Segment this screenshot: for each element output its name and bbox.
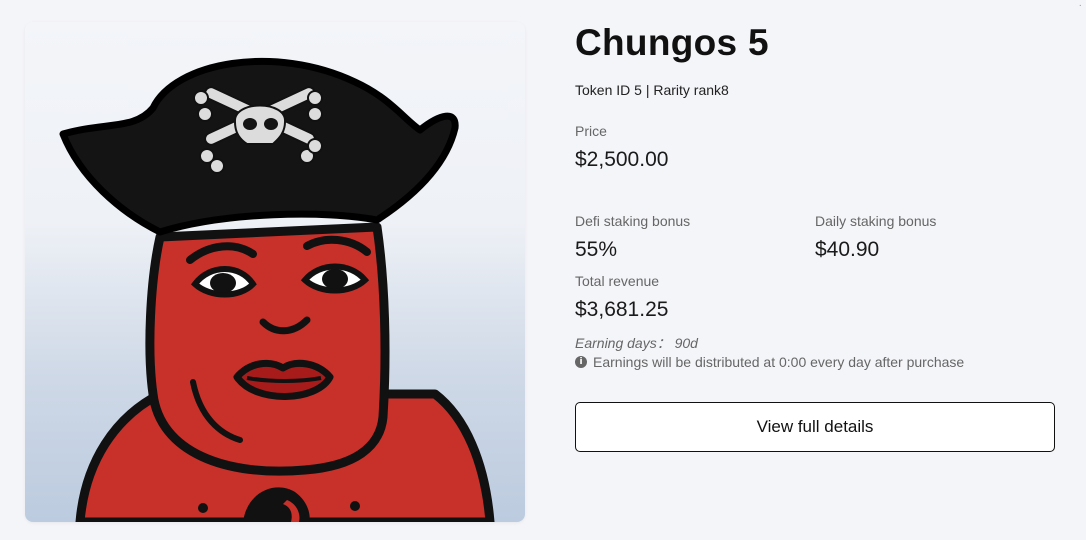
nft-info-panel: Chungos 5 Token ID 5 | Rarity rank8 Pric… — [575, 22, 1055, 452]
info-icon: i — [575, 356, 587, 368]
earning-days: Earning days： 90d — [575, 335, 698, 351]
price-value: $2,500.00 — [575, 148, 669, 171]
daily-staking-value: $40.90 — [815, 238, 880, 261]
nft-image — [25, 22, 525, 522]
corner-mark: · — [1078, 0, 1082, 11]
view-full-details-button[interactable]: View full details — [575, 402, 1055, 452]
token-rarity-line: Token ID 5 | Rarity rank8 — [575, 82, 729, 98]
defi-staking-value: 55% — [575, 238, 618, 261]
total-revenue-value: $3,681.25 — [575, 298, 669, 321]
total-revenue-label: Total revenue — [575, 273, 660, 289]
earnings-notice-text: Earnings will be distributed at 0:00 eve… — [593, 354, 965, 370]
daily-staking-label: Daily staking bonus — [815, 213, 937, 229]
nft-title: Chungos 5 — [575, 22, 769, 63]
defi-staking-label: Defi staking bonus — [575, 213, 691, 229]
price-label: Price — [575, 123, 607, 139]
nft-detail-page: · Chungos 5 Token ID 5 | Rarity rank8 Pr… — [0, 0, 1086, 540]
chungos-artwork — [25, 22, 525, 522]
earnings-notice: i Earnings will be distributed at 0:00 e… — [575, 354, 964, 370]
